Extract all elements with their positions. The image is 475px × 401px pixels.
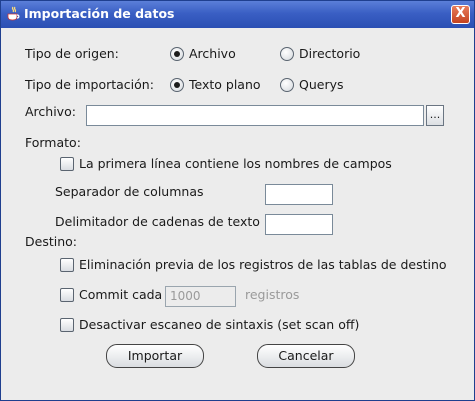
import-button[interactable]: Importar: [106, 344, 204, 368]
import-dialog: Importación de datos X Tipo de origen: A…: [0, 0, 475, 401]
commit-checkbox[interactable]: [60, 288, 74, 302]
column-separator-input[interactable]: [265, 184, 333, 205]
cancel-button[interactable]: Cancelar: [257, 344, 355, 368]
java-cup-icon: [6, 6, 20, 22]
file-path-input[interactable]: [86, 105, 424, 126]
origin-archivo-radio[interactable]: [170, 47, 184, 61]
scan-off-checkbox[interactable]: [60, 318, 74, 332]
origin-directorio-label[interactable]: Directorio: [299, 46, 360, 61]
delete-records-label[interactable]: Eliminación previa de los registros de l…: [79, 257, 447, 272]
commit-label[interactable]: Commit cada: [79, 287, 162, 302]
origin-directorio-radio[interactable]: [280, 47, 294, 61]
origin-type-label: Tipo de origen:: [25, 46, 119, 61]
commit-unit-label: registros: [245, 287, 300, 302]
import-texto-plano-label[interactable]: Texto plano: [189, 77, 261, 92]
delete-records-checkbox[interactable]: [60, 258, 74, 272]
string-delimiter-label: Delimitador de cadenas de texto: [55, 214, 260, 229]
import-querys-radio[interactable]: [280, 78, 294, 92]
string-delimiter-input[interactable]: [265, 214, 333, 235]
import-querys-label[interactable]: Querys: [299, 77, 344, 92]
first-line-label[interactable]: La primera línea contiene los nombres de…: [79, 156, 392, 171]
first-line-checkbox[interactable]: [60, 157, 74, 171]
file-label: Archivo:: [25, 104, 76, 119]
title-bar[interactable]: Importación de datos X: [1, 1, 474, 28]
import-type-label: Tipo de importación:: [25, 77, 154, 92]
window-title: Importación de datos: [24, 6, 175, 21]
browse-button[interactable]: ...: [426, 105, 444, 126]
format-heading: Formato:: [25, 135, 81, 150]
destination-heading: Destino:: [25, 234, 77, 249]
close-icon[interactable]: X: [451, 5, 470, 24]
origin-archivo-label[interactable]: Archivo: [189, 46, 236, 61]
scan-off-label[interactable]: Desactivar escaneo de sintaxis (set scan…: [79, 317, 359, 332]
import-texto-plano-radio[interactable]: [170, 78, 184, 92]
column-separator-label: Separador de columnas: [55, 184, 204, 199]
commit-count-input[interactable]: 1000: [165, 286, 236, 307]
